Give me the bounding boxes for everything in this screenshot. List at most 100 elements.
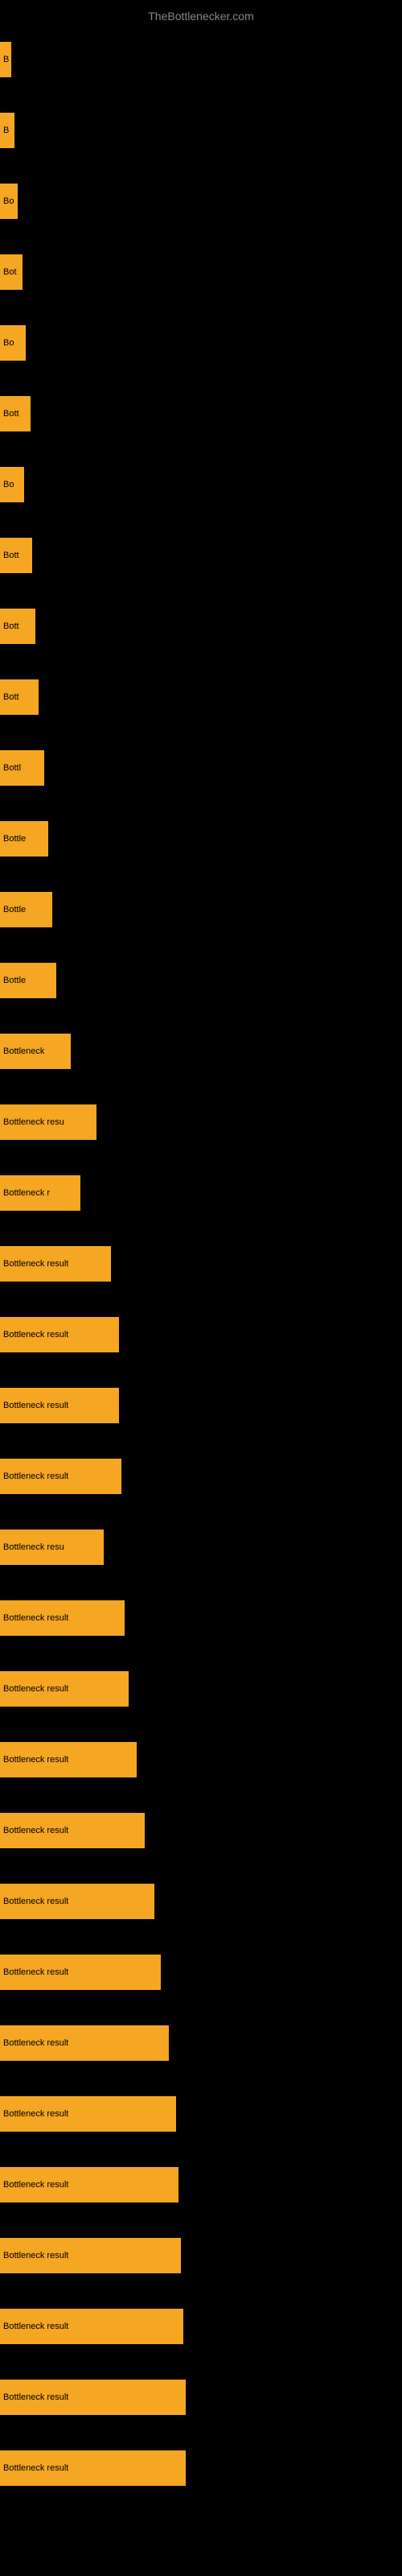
bar-label-30: Bottleneck result bbox=[3, 2180, 68, 2190]
bar-label-13: Bottle bbox=[3, 976, 26, 985]
bar-5: Bott bbox=[0, 396, 31, 431]
bar-11: Bottle bbox=[0, 821, 48, 857]
bar-16: Bottleneck r bbox=[0, 1175, 80, 1211]
bar-label-29: Bottleneck result bbox=[3, 2109, 68, 2119]
bar-1: B bbox=[0, 113, 14, 148]
bar-label-22: Bottleneck result bbox=[3, 1613, 68, 1623]
bar-31: Bottleneck result bbox=[0, 2238, 181, 2273]
bar-row: Bottleneck resu bbox=[0, 1512, 402, 1583]
bar-label-19: Bottleneck result bbox=[3, 1401, 68, 1410]
bar-row: Bottleneck resu bbox=[0, 1087, 402, 1158]
bar-label-21: Bottleneck resu bbox=[3, 1542, 64, 1552]
bar-10: Bottl bbox=[0, 750, 44, 786]
bar-label-11: Bottle bbox=[3, 834, 26, 844]
bar-label-25: Bottleneck result bbox=[3, 1826, 68, 1835]
bar-label-0: B bbox=[3, 55, 9, 64]
bar-row: Bottleneck bbox=[0, 1016, 402, 1087]
bar-label-10: Bottl bbox=[3, 763, 21, 773]
bar-row: Bottleneck result bbox=[0, 1583, 402, 1653]
bar-row: Bott bbox=[0, 378, 402, 449]
bar-label-26: Bottleneck result bbox=[3, 1897, 68, 1906]
bar-17: Bottleneck result bbox=[0, 1246, 111, 1282]
bar-label-24: Bottleneck result bbox=[3, 1755, 68, 1765]
bar-19: Bottleneck result bbox=[0, 1388, 119, 1423]
bar-18: Bottleneck result bbox=[0, 1317, 119, 1352]
bar-row: Bo bbox=[0, 449, 402, 520]
bar-22: Bottleneck result bbox=[0, 1600, 125, 1636]
bar-row: Bottleneck result bbox=[0, 2362, 402, 2433]
bar-20: Bottleneck result bbox=[0, 1459, 121, 1494]
bar-3: Bot bbox=[0, 254, 23, 290]
bar-label-9: Bott bbox=[3, 692, 19, 702]
bar-row: B bbox=[0, 24, 402, 95]
bar-14: Bottleneck bbox=[0, 1034, 71, 1069]
bar-4: Bo bbox=[0, 325, 26, 361]
bar-row: Bottleneck result bbox=[0, 1937, 402, 2008]
bar-label-12: Bottle bbox=[3, 905, 26, 914]
bar-2: Bo bbox=[0, 184, 18, 219]
bar-30: Bottleneck result bbox=[0, 2167, 178, 2202]
bar-row: Bottleneck result bbox=[0, 2008, 402, 2079]
bar-row: Bottleneck result bbox=[0, 1653, 402, 1724]
bar-row: Bottle bbox=[0, 874, 402, 945]
bar-25: Bottleneck result bbox=[0, 1813, 145, 1848]
bar-row: Bottleneck result bbox=[0, 2291, 402, 2362]
bar-8: Bott bbox=[0, 609, 35, 644]
bar-6: Bo bbox=[0, 467, 24, 502]
bar-29: Bottleneck result bbox=[0, 2096, 176, 2132]
bar-label-18: Bottleneck result bbox=[3, 1330, 68, 1340]
bar-label-16: Bottleneck r bbox=[3, 1188, 50, 1198]
bar-row: Bottleneck result bbox=[0, 2433, 402, 2504]
bar-label-20: Bottleneck result bbox=[3, 1472, 68, 1481]
bar-row: Bottleneck result bbox=[0, 2220, 402, 2291]
bar-label-14: Bottleneck bbox=[3, 1046, 44, 1056]
bar-row: Bottleneck result bbox=[0, 1299, 402, 1370]
bar-label-5: Bott bbox=[3, 409, 19, 419]
bar-12: Bottle bbox=[0, 892, 52, 927]
bar-32: Bottleneck result bbox=[0, 2309, 183, 2344]
bar-row: Bottleneck r bbox=[0, 1158, 402, 1228]
bar-row: B bbox=[0, 95, 402, 166]
bar-row: Bott bbox=[0, 591, 402, 662]
bar-label-2: Bo bbox=[3, 196, 14, 206]
bar-row: Bo bbox=[0, 166, 402, 237]
bars-container: B B Bo Bot Bo Bott Bo Bott Bott Bott Bottl Bottle Bo… bbox=[0, 0, 402, 2504]
bar-label-27: Bottleneck result bbox=[3, 1967, 68, 1977]
bar-23: Bottleneck result bbox=[0, 1671, 129, 1707]
bar-label-33: Bottleneck result bbox=[3, 2392, 68, 2402]
bar-row: Bottleneck result bbox=[0, 2149, 402, 2220]
bar-row: Bottle bbox=[0, 945, 402, 1016]
bar-label-23: Bottleneck result bbox=[3, 1684, 68, 1694]
bar-row: Bottleneck result bbox=[0, 1866, 402, 1937]
bar-label-8: Bott bbox=[3, 621, 19, 631]
bar-label-7: Bott bbox=[3, 551, 19, 560]
bar-row: Bottleneck result bbox=[0, 2079, 402, 2149]
bar-row: Bottle bbox=[0, 803, 402, 874]
bar-label-28: Bottleneck result bbox=[3, 2038, 68, 2048]
bar-label-32: Bottleneck result bbox=[3, 2322, 68, 2331]
bar-21: Bottleneck resu bbox=[0, 1530, 104, 1565]
bar-row: Bo bbox=[0, 308, 402, 378]
bar-row: Bottleneck result bbox=[0, 1795, 402, 1866]
bar-row: Bott bbox=[0, 520, 402, 591]
bar-row: Bottleneck result bbox=[0, 1370, 402, 1441]
bar-13: Bottle bbox=[0, 963, 56, 998]
bar-0: B bbox=[0, 42, 11, 77]
bar-row: Bottl bbox=[0, 733, 402, 803]
bar-label-1: B bbox=[3, 126, 9, 135]
bar-27: Bottleneck result bbox=[0, 1955, 161, 1990]
bar-label-4: Bo bbox=[3, 338, 14, 348]
bar-26: Bottleneck result bbox=[0, 1884, 154, 1919]
bar-24: Bottleneck result bbox=[0, 1742, 137, 1777]
bar-label-15: Bottleneck resu bbox=[3, 1117, 64, 1127]
bar-label-17: Bottleneck result bbox=[3, 1259, 68, 1269]
bar-row: Bot bbox=[0, 237, 402, 308]
bar-label-6: Bo bbox=[3, 480, 14, 489]
bar-28: Bottleneck result bbox=[0, 2025, 169, 2061]
bar-15: Bottleneck resu bbox=[0, 1104, 96, 1140]
bar-label-31: Bottleneck result bbox=[3, 2251, 68, 2260]
bar-7: Bott bbox=[0, 538, 32, 573]
bar-33: Bottleneck result bbox=[0, 2380, 186, 2415]
bar-34: Bottleneck result bbox=[0, 2450, 186, 2486]
bar-row: Bottleneck result bbox=[0, 1724, 402, 1795]
